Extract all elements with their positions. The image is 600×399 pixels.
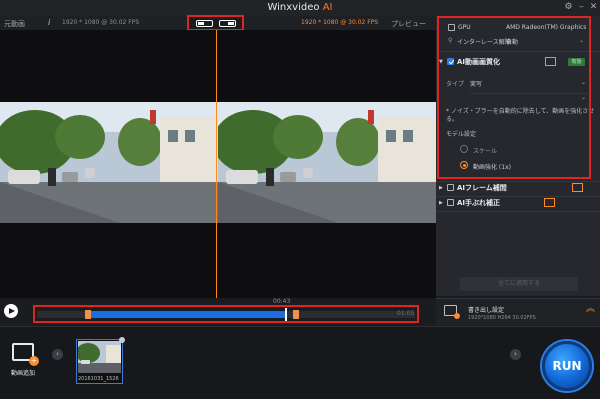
minimize-icon[interactable]: – [576, 2, 587, 13]
settings-highlight [437, 16, 591, 179]
app-title: Winxvideo AI [0, 2, 600, 13]
camera-icon [544, 198, 555, 207]
original-video-frame [0, 102, 218, 223]
run-label: RUN [552, 359, 582, 373]
stabilize-row: ▶ AI手ぶれ補正 [436, 197, 586, 209]
current-time: 00:43 [273, 298, 291, 305]
title-bar: Winxvideo AI ⚙ – ✕ [0, 0, 600, 16]
settings-gear-icon[interactable]: ⚙ [563, 2, 574, 13]
app-name-suffix: AI [322, 2, 333, 13]
remove-icon[interactable] [119, 337, 125, 343]
app-name: Winxvideo [267, 2, 320, 13]
frame-interp-icon [572, 183, 583, 192]
scroll-left-icon[interactable]: ‹ [52, 349, 63, 360]
play-button[interactable] [4, 304, 18, 318]
expand-arrow-icon[interactable]: ▶ [439, 185, 443, 191]
split-view-toggle[interactable] [187, 15, 244, 31]
divider [436, 211, 600, 212]
run-button[interactable]: RUN [542, 341, 592, 391]
trim-slider[interactable]: 01:05 [33, 305, 419, 323]
frame-interp-row: ▶ AIフレーム補間 [436, 182, 586, 194]
film-add-icon: + [12, 343, 39, 366]
close-icon[interactable]: ✕ [588, 2, 599, 13]
frame-interp-label: AIフレーム補間 [457, 184, 507, 192]
compare-divider[interactable] [216, 30, 217, 298]
export-title: 書き出し設定 [468, 307, 505, 314]
original-video-label: 元動画 [4, 20, 25, 28]
expand-arrow-icon[interactable]: ▶ [439, 200, 443, 206]
add-video-label: 動画追加 [10, 370, 35, 377]
add-video-button[interactable]: + 動画追加 [7, 341, 39, 381]
trim-end-handle[interactable] [293, 310, 299, 319]
stabilize-label: AI手ぶれ補正 [457, 199, 501, 207]
playhead[interactable] [285, 308, 287, 321]
thumbnail-image [78, 341, 121, 373]
frame-interp-checkbox[interactable] [447, 184, 454, 191]
media-strip: + 動画追加 ‹ 20161031_1526 › RUN [0, 326, 600, 399]
export-settings-icon [444, 305, 460, 319]
preview-video-frame [218, 102, 436, 223]
stabilize-checkbox[interactable] [447, 199, 454, 206]
preview-area [0, 30, 436, 298]
export-settings-bar[interactable]: 書き出し設定 1920*1080 H264 30.02FPS ︽ [436, 298, 600, 326]
video-thumbnail[interactable]: 20161031_1526 [76, 337, 125, 384]
trim-start-handle[interactable] [85, 310, 91, 319]
expand-up-icon[interactable]: ︽ [586, 305, 595, 314]
original-resolution: 1920 * 1080 @ 30.02 FPS [62, 19, 140, 26]
plus-icon: + [29, 356, 39, 366]
trim-selection [91, 311, 285, 318]
thumbnail-caption: 20161031_1526 [78, 376, 119, 382]
preview-label: プレビュー [391, 20, 426, 28]
export-details: 1920*1080 H264 30.02FPS [468, 315, 536, 321]
apply-all-button[interactable]: 全てに適用する [460, 277, 578, 291]
single-view-icon[interactable] [219, 20, 236, 27]
preview-resolution: 1920 * 1080 @ 30.02 FPS [301, 19, 379, 26]
trim-track[interactable] [37, 308, 415, 321]
scroll-right-icon[interactable]: › [510, 349, 521, 360]
edit-icon[interactable]: i [48, 18, 50, 27]
end-time: 01:05 [397, 310, 415, 317]
split-view-icon[interactable] [196, 20, 213, 27]
